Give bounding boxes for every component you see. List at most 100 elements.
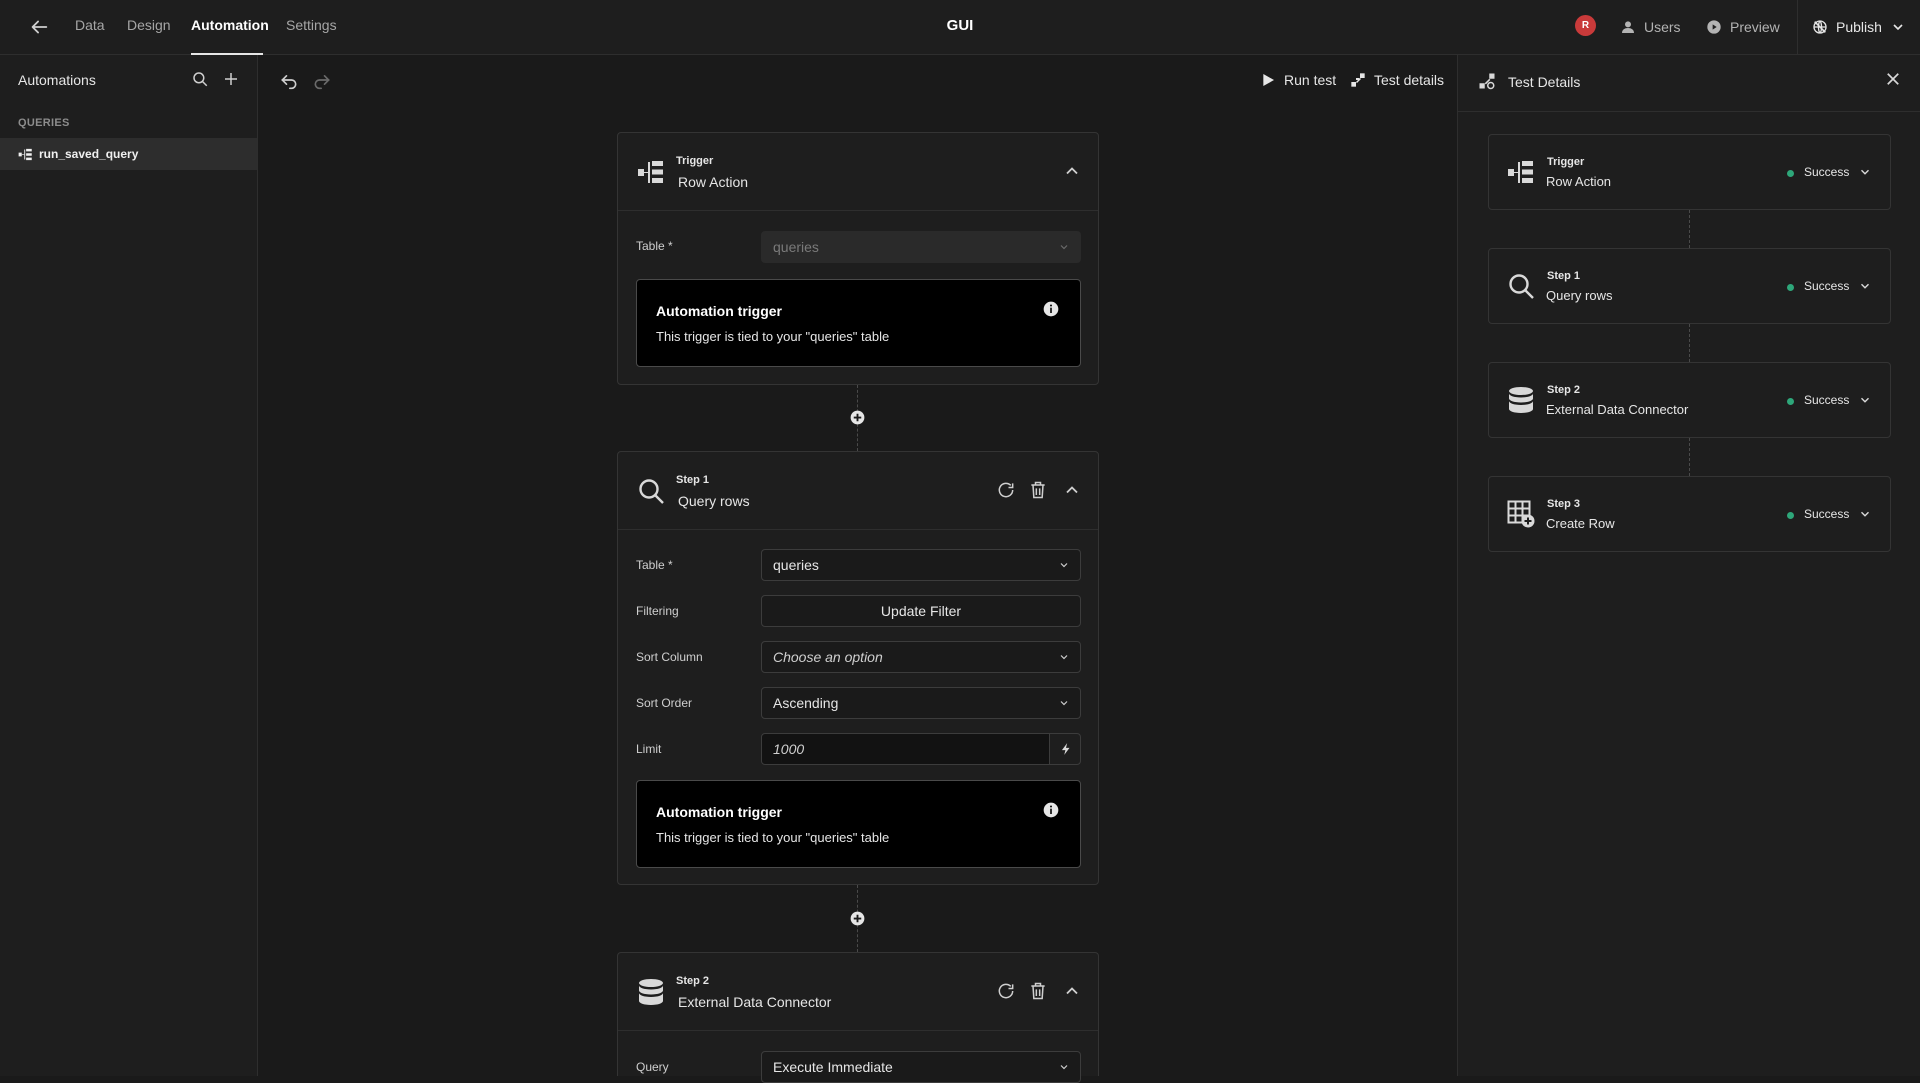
panel-title: Test Details [1508,74,1581,90]
test-details-panel: Test Details Trigger Row Action Success … [1457,55,1920,1076]
add-step-icon[interactable] [850,410,865,425]
flow-connector [1689,324,1690,362]
chevron-down-icon[interactable] [1858,393,1872,407]
block-header[interactable]: Trigger Row Action [618,133,1098,211]
step-name: Create Row [1546,516,1615,531]
table-select: queries [761,231,1081,263]
step-kicker: Trigger [1547,156,1585,168]
query-select[interactable]: Execute Immediate [761,1051,1081,1083]
chevron-up-icon[interactable] [1062,480,1082,500]
refresh-icon[interactable] [996,480,1016,500]
block-kicker: Step 2 [676,975,710,987]
tab-automation[interactable]: Automation [191,17,269,33]
trash-icon[interactable] [1028,480,1048,500]
sort-order-label: Sort Order [636,696,693,710]
automation-trigger-notice: Automation trigger This trigger is tied … [636,279,1081,367]
add-icon[interactable] [222,70,240,88]
tab-settings[interactable]: Settings [286,17,337,33]
publish-button[interactable]: Publish [1812,16,1906,38]
search-icon[interactable] [191,70,209,88]
block-name: External Data Connector [678,994,832,1010]
table-select[interactable]: queries [761,549,1081,581]
test-details-button[interactable]: Test details [1350,70,1444,90]
undo-icon[interactable] [279,70,299,90]
refresh-icon[interactable] [996,981,1016,1001]
binding-button[interactable] [1049,733,1081,765]
chevron-up-icon[interactable] [1062,981,1082,1001]
query-select-value: Execute Immediate [773,1059,893,1075]
notice-title: Automation trigger [656,303,782,319]
run-test-button[interactable]: Run test [1260,70,1336,90]
block-name: Row Action [678,174,749,190]
lightning-icon [1061,743,1070,755]
notice-body: This trigger is tied to your "queries" t… [656,329,890,344]
test-details-icon [1350,72,1366,88]
test-details-label: Test details [1374,72,1445,88]
info-icon [1043,802,1059,818]
tab-data[interactable]: Data [75,17,105,33]
preview-label: Preview [1730,19,1780,35]
block-header[interactable]: Step 1 Query rows [618,452,1098,530]
test-step-card-trigger[interactable]: Trigger Row Action Success [1488,134,1891,210]
flow-connector [1689,438,1690,476]
status-dot [1787,512,1794,519]
redo-icon[interactable] [312,70,332,90]
sidebar-title: Automations [18,72,96,88]
publish-label: Publish [1836,19,1882,35]
notice-title: Automation trigger [656,804,782,820]
sidebar-section-label: QUERIES [18,117,70,129]
chevron-down-icon[interactable] [1858,279,1872,293]
chevron-down-icon [1058,697,1070,709]
divider [1797,0,1798,54]
automations-sidebar: Automations QUERIES run_saved_query [0,55,258,1076]
chevron-down-icon[interactable] [1858,165,1872,179]
block-kicker: Step 1 [676,474,710,486]
status-label: Success [1804,507,1850,521]
test-step-card-step-1[interactable]: Step 1 Query rows Success [1488,248,1891,324]
sort-order-select[interactable]: Ascending [761,687,1081,719]
users-button[interactable]: Users [1620,16,1681,38]
add-step-icon[interactable] [850,911,865,926]
tab-design[interactable]: Design [127,17,171,33]
database-icon [637,978,665,1006]
step-kicker: Step 3 [1547,498,1581,510]
update-filter-button[interactable]: Update Filter [761,595,1081,627]
preview-button[interactable]: Preview [1706,16,1780,38]
sort-column-placeholder: Choose an option [773,649,883,665]
flow-connector [1689,210,1690,248]
status-dot [1787,284,1794,291]
run-test-label: Run test [1284,72,1337,88]
info-icon [1043,301,1059,317]
block-header[interactable]: Step 2 External Data Connector [618,953,1098,1031]
avatar[interactable]: R [1575,15,1596,36]
close-icon[interactable] [1884,70,1902,88]
chevron-up-icon[interactable] [1062,161,1082,181]
publish-globe-icon [1812,19,1828,35]
limit-input[interactable]: 1000 [761,733,1050,765]
test-step-card-step-3[interactable]: Step 3 Create Row Success [1488,476,1891,552]
chevron-down-icon [1058,1061,1070,1073]
trigger-block: Trigger Row Action Table * queries Autom… [617,132,1099,385]
users-icon [1620,19,1636,35]
step-kicker: Step 2 [1547,384,1581,396]
notice-body: This trigger is tied to your "queries" t… [656,830,890,845]
chevron-down-icon[interactable] [1858,507,1872,521]
sidebar-item-run-saved-query[interactable]: run_saved_query [0,138,257,170]
row-action-icon [1507,158,1535,186]
play-circle-icon [1706,19,1722,35]
trash-icon[interactable] [1028,981,1048,1001]
chevron-down-icon [1890,19,1906,35]
status-dot [1787,170,1794,177]
back-arrow-icon[interactable] [28,16,50,38]
block-kicker: Trigger [676,155,714,167]
table-label: Table * [636,239,673,253]
row-action-icon [637,158,665,186]
top-bar: Data Design Automation Settings GUI R Us… [0,0,1920,55]
test-step-card-step-2[interactable]: Step 2 External Data Connector Success [1488,362,1891,438]
step-1-block: Step 1 Query rows Table * queries Filter… [617,451,1099,885]
limit-label: Limit [636,742,662,756]
search-icon [637,477,665,505]
sort-column-select[interactable]: Choose an option [761,641,1081,673]
play-icon [1260,72,1276,88]
sort-column-label: Sort Column [636,650,703,664]
